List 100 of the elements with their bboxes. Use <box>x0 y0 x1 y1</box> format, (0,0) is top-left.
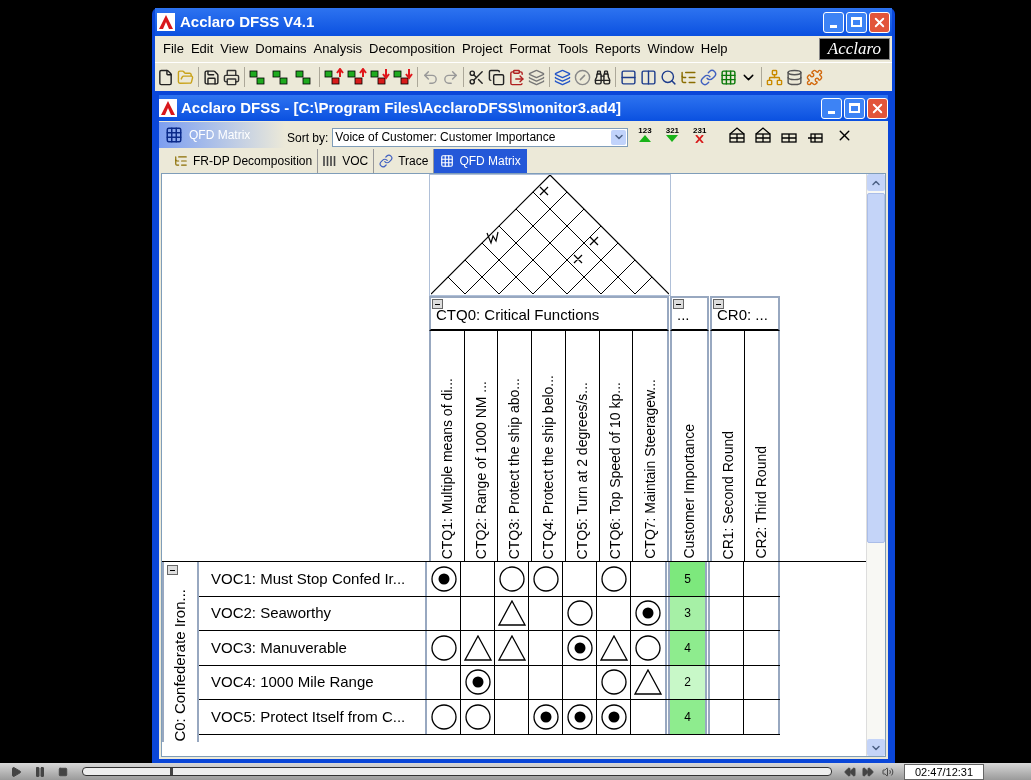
column-header: CTQ6: Top Speed of 10 kp... <box>599 331 634 561</box>
matrix-layout-icon[interactable] <box>754 127 773 143</box>
copy-icon[interactable] <box>488 68 505 86</box>
column-header: CTQ5: Turn at 2 degrees/s... <box>565 331 600 561</box>
cross-icon <box>695 135 705 143</box>
down-triangle-icon <box>666 135 679 142</box>
link-icon <box>379 154 394 168</box>
column-header: CR1: Second Round <box>712 331 745 561</box>
column-header: CTQ2: Range of 1000 NM ... <box>464 331 499 561</box>
scroll-down-button[interactable] <box>867 739 885 756</box>
collapse-icon[interactable] <box>432 299 443 309</box>
sort-button[interactable]: 321 <box>665 127 680 143</box>
blocks-down-arrow-icon[interactable] <box>370 68 390 86</box>
puzzle-icon[interactable] <box>806 68 823 86</box>
column-header: CR2: Third Round <box>752 445 770 561</box>
binoculars-icon[interactable] <box>594 68 611 86</box>
search-icon[interactable] <box>660 68 677 86</box>
grid-icon[interactable] <box>720 68 737 86</box>
scroll-up-button[interactable] <box>867 174 885 191</box>
column-group-label: CTQ0: Critical Functions <box>436 304 600 325</box>
view-label: QFD Matrix <box>189 127 251 144</box>
row-label: VOC5: Protect Itself from C... <box>199 700 427 734</box>
menu-item[interactable]: Project <box>460 38 505 60</box>
stop-icon[interactable] <box>58 766 68 777</box>
column-header: Customer Importance <box>680 423 698 561</box>
row-label: VOC1: Must Stop Confed Ir... <box>199 562 427 596</box>
collapse-icon[interactable] <box>713 299 724 309</box>
column-group-label: CR0: ... <box>717 304 768 325</box>
importance-cell: 4 <box>670 700 705 734</box>
menu-item[interactable]: Reports <box>593 38 643 60</box>
minimize-button[interactable] <box>821 97 842 119</box>
row-label: VOC2: Seaworthy <box>199 596 427 630</box>
collapse-icon[interactable] <box>673 299 684 309</box>
sort-button[interactable]: 231 <box>693 127 707 143</box>
menu-item[interactable]: Tools <box>555 38 591 60</box>
importance-cell: 5 <box>670 562 705 596</box>
pause-icon[interactable] <box>34 765 46 778</box>
brand-logo: Acclaro <box>818 38 890 60</box>
new-file-icon[interactable] <box>157 68 174 86</box>
progress-track[interactable] <box>82 767 832 776</box>
tab[interactable]: FR-DP Decomposition <box>169 149 319 173</box>
up-triangle-icon <box>639 135 652 142</box>
columns-view-icon[interactable] <box>640 68 657 86</box>
rewind-icon[interactable] <box>844 765 856 778</box>
column-header: CTQ4: Protect the ship belo... <box>532 331 566 561</box>
play-icon[interactable] <box>10 765 22 778</box>
column-header: CTQ3: Protect the ship abo... <box>498 331 533 561</box>
scroll-thumb[interactable] <box>867 193 885 543</box>
blocks-down-arrow-icon[interactable] <box>393 68 413 86</box>
sort-button[interactable]: 123 <box>638 127 652 143</box>
document-title: Acclaro DFSS - [C:\Program Files\AcclaroDFSS\monitor3.ad4] <box>181 97 623 118</box>
column-header: CTQ1: Multiple means of di... <box>431 331 465 561</box>
vertical-scrollbar[interactable] <box>866 174 885 756</box>
menu-item[interactable]: Format <box>507 38 553 60</box>
menu-item[interactable]: Help <box>698 38 730 60</box>
window-title: Acclaro DFSS V4.1 <box>180 11 316 32</box>
menu-item[interactable]: View <box>218 38 251 60</box>
importance-cell: 3 <box>670 596 705 630</box>
link-icon[interactable] <box>700 68 717 86</box>
row-label: VOC4: 1000 Mile Range <box>199 665 427 699</box>
playback-time: 02:47/12:31 <box>904 763 985 780</box>
menu-item[interactable]: File <box>161 38 186 60</box>
blocks-up-arrow-icon[interactable] <box>324 68 344 86</box>
tree-list-icon <box>174 154 188 168</box>
rows-view-icon[interactable] <box>620 68 637 86</box>
tab[interactable]: VOC <box>318 149 375 173</box>
menu-item[interactable]: Domains <box>253 38 309 60</box>
printer-icon[interactable] <box>223 68 240 86</box>
menu-item[interactable]: Edit <box>188 38 216 60</box>
row-group-header: C0: Confederate Iron... <box>162 562 199 742</box>
sort-label: Sort by: <box>287 130 329 147</box>
bars-icon <box>323 155 338 167</box>
layers-icon[interactable] <box>528 68 545 86</box>
importance-cell: 2 <box>670 665 705 699</box>
volume-icon[interactable] <box>882 765 894 778</box>
sort-dropdown[interactable]: Voice of Customer: Customer Importance <box>332 127 629 147</box>
minimize-button[interactable] <box>823 11 844 33</box>
save-icon[interactable] <box>203 68 220 86</box>
grid-icon <box>165 126 183 144</box>
tab[interactable]: QFD Matrix <box>434 149 527 173</box>
menu-item[interactable]: Analysis <box>311 38 365 60</box>
close-button[interactable] <box>867 97 888 119</box>
database-icon[interactable] <box>786 68 803 86</box>
paste-icon[interactable] <box>508 68 525 86</box>
blocks-up-arrow-icon[interactable] <box>347 68 367 86</box>
maximize-button[interactable] <box>846 11 867 33</box>
app-logo-icon <box>157 13 175 31</box>
close-button[interactable] <box>869 11 890 33</box>
menu-item[interactable]: Decomposition <box>367 38 458 60</box>
matrix-layout-icon[interactable] <box>728 127 747 143</box>
maximize-button[interactable] <box>844 97 865 119</box>
importance-cell: 4 <box>670 631 705 665</box>
cut-icon[interactable] <box>468 68 485 86</box>
menu-item[interactable]: Window <box>645 38 696 60</box>
grid-icon <box>440 154 455 168</box>
fast-forward-icon[interactable] <box>862 765 874 778</box>
column-header: CTQ7: Maintain Steeragew... <box>640 378 659 561</box>
collapse-icon[interactable] <box>167 565 178 575</box>
column-group-label: ... <box>677 304 690 325</box>
row-label: VOC3: Manuverable <box>199 631 427 665</box>
